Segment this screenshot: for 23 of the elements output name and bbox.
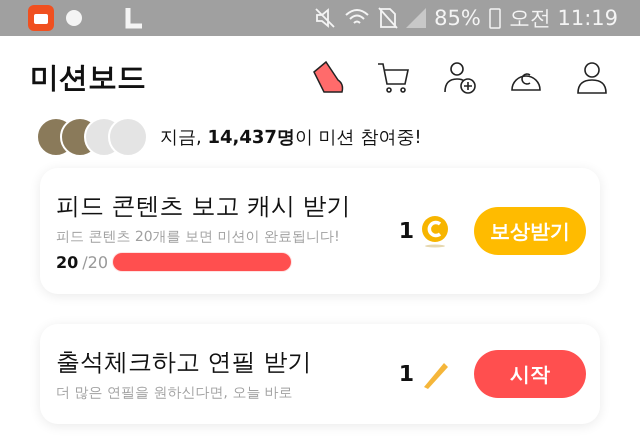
mission-title: 피드 콘텐츠 보고 캐시 받기 — [56, 191, 352, 222]
battery-percent: 85% — [434, 6, 481, 30]
mission-title: 출석체크하고 연필 받기 — [56, 347, 312, 378]
page-title: 미션보드 — [30, 59, 147, 96]
user-icon[interactable] — [574, 60, 610, 96]
add-user-icon[interactable] — [442, 60, 478, 96]
mute-icon — [314, 7, 336, 29]
app-logo-icon — [124, 6, 144, 30]
mission-description: 피드 콘텐츠 20개를 보면 미션이 완료됩니다! — [56, 228, 341, 246]
progress-count: 20 — [56, 252, 78, 272]
reward-amount: 1 — [398, 362, 414, 386]
progress-total: /20 — [82, 252, 108, 272]
signal-icon — [406, 8, 426, 28]
mission-button[interactable]: 보상받기 — [474, 207, 586, 255]
reward-amount: 1 — [398, 218, 414, 244]
participants-text: 지금, 14,437명이 미션 참여중! — [160, 126, 422, 149]
clock: 오전 11:19 — [508, 5, 618, 32]
battery-icon — [488, 7, 501, 29]
no-sim-icon — [378, 7, 398, 29]
mission-description: 더 많은 연필을 원하신다면, 오늘 바로 — [56, 384, 294, 402]
tv-app-icon — [28, 5, 54, 31]
coin-icon — [420, 214, 450, 248]
mission-button[interactable]: 시작 — [474, 350, 586, 398]
